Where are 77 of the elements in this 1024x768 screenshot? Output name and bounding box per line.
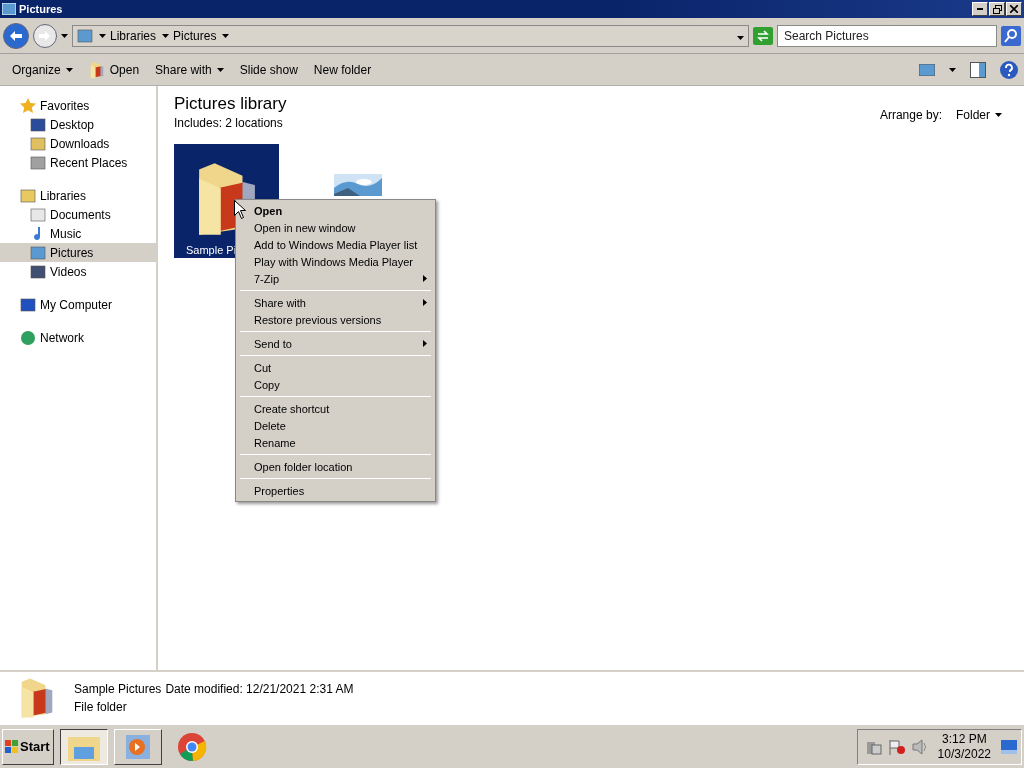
sidebar-item[interactable]: My Computer bbox=[0, 295, 156, 314]
sidebar-item[interactable]: Libraries bbox=[0, 186, 156, 205]
library-title: Pictures library bbox=[174, 94, 287, 114]
back-arrow-icon bbox=[9, 29, 23, 42]
menu-item[interactable]: Properties bbox=[238, 482, 433, 499]
start-button[interactable]: Start bbox=[2, 728, 54, 765]
clock-time[interactable]: 3:12 PM bbox=[941, 731, 987, 747]
file-type: File folder bbox=[74, 700, 127, 714]
date-modified: Date modified: 12/21/2021 2:31 AM bbox=[165, 682, 354, 696]
toolbar-button[interactable]: New folder bbox=[307, 60, 378, 79]
close-icon bbox=[1010, 5, 1018, 13]
window-icon bbox=[2, 3, 16, 15]
help-icon[interactable] bbox=[1000, 60, 1018, 79]
arrange-label: Arrange by: bbox=[879, 108, 942, 122]
minimize-icon bbox=[977, 8, 983, 10]
breadcrumb[interactable]: Pictures bbox=[162, 28, 217, 43]
taskbar-button[interactable] bbox=[60, 728, 108, 765]
file-name: Sample Pictures bbox=[74, 682, 162, 696]
preview-pane-icon[interactable] bbox=[970, 61, 986, 78]
star-icon bbox=[20, 97, 36, 114]
sidebar-item[interactable]: Desktop bbox=[0, 115, 156, 134]
menu-item[interactable]: Send to bbox=[238, 335, 433, 352]
restore-icon bbox=[992, 4, 1002, 14]
minimize-button[interactable] bbox=[972, 2, 988, 16]
breadcrumb[interactable]: Libraries bbox=[99, 28, 157, 43]
sidebar-item[interactable]: Favorites bbox=[0, 96, 156, 115]
history-caret-icon bbox=[61, 33, 68, 38]
mouse-cursor-icon bbox=[234, 200, 246, 219]
toolbar-button[interactable]: Share with bbox=[149, 60, 230, 79]
menu-item[interactable]: Open folder location bbox=[238, 458, 433, 475]
flag-icon[interactable] bbox=[887, 738, 906, 755]
toolbar-button[interactable]: Open bbox=[82, 59, 146, 80]
toolbar-button[interactable]: Organize bbox=[6, 60, 79, 79]
menu-item[interactable]: Create shortcut bbox=[238, 400, 433, 417]
caret-icon bbox=[99, 33, 106, 38]
search-field[interactable]: Search Pictures bbox=[777, 24, 997, 47]
view-caret-icon bbox=[949, 67, 956, 72]
menu-item[interactable]: Copy bbox=[238, 376, 433, 393]
view-icon[interactable] bbox=[919, 63, 935, 76]
sidebar-item[interactable]: Videos bbox=[0, 262, 156, 281]
address-field[interactable]: Libraries Pictures bbox=[72, 24, 749, 47]
menu-item[interactable]: Delete bbox=[238, 417, 433, 434]
menu-item[interactable]: Restore previous versions bbox=[238, 311, 433, 328]
close-button[interactable] bbox=[1006, 2, 1022, 16]
sidebar-item[interactable]: Recent Places bbox=[0, 153, 156, 172]
forward-button[interactable] bbox=[33, 23, 57, 48]
caret-icon bbox=[995, 113, 1002, 117]
submenu-arrow-icon bbox=[423, 340, 427, 347]
sidebar-item[interactable]: Pictures bbox=[0, 243, 156, 262]
sidebar-item[interactable]: Music bbox=[0, 224, 156, 243]
media-player-icon bbox=[124, 732, 152, 761]
submenu-arrow-icon bbox=[423, 299, 427, 306]
caret-icon bbox=[162, 33, 170, 38]
caret-icon bbox=[222, 33, 230, 38]
caret-icon bbox=[216, 67, 224, 72]
arrange-dropdown[interactable]: Folder bbox=[950, 106, 1008, 124]
sidebar-item[interactable]: Documents bbox=[0, 205, 156, 224]
clock-date[interactable]: 10/3/2022 bbox=[937, 746, 991, 762]
window-title: Pictures bbox=[19, 3, 63, 15]
menu-item[interactable]: 7-Zip bbox=[238, 270, 433, 287]
browser-icon bbox=[177, 731, 207, 762]
caret-icon bbox=[65, 67, 73, 72]
toolbar-button[interactable]: Slide show bbox=[233, 60, 304, 79]
windows-logo-icon bbox=[5, 740, 18, 753]
refresh-icon[interactable] bbox=[753, 26, 773, 45]
sidebar-item[interactable]: Network bbox=[0, 328, 156, 347]
menu-item[interactable]: Share with bbox=[238, 294, 433, 311]
library-subtitle: Includes: 2 locations bbox=[174, 116, 284, 130]
submenu-arrow-icon bbox=[423, 275, 427, 282]
address-dropdown-icon bbox=[737, 35, 744, 40]
menu-item[interactable]: Rename bbox=[238, 434, 433, 451]
search-icon[interactable] bbox=[1001, 25, 1021, 46]
back-button[interactable] bbox=[3, 22, 29, 49]
show-desktop-icon[interactable] bbox=[1001, 739, 1017, 754]
restore-button[interactable] bbox=[989, 2, 1005, 16]
sidebar-item[interactable]: Downloads bbox=[0, 134, 156, 153]
menu-item[interactable]: Cut bbox=[238, 359, 433, 376]
